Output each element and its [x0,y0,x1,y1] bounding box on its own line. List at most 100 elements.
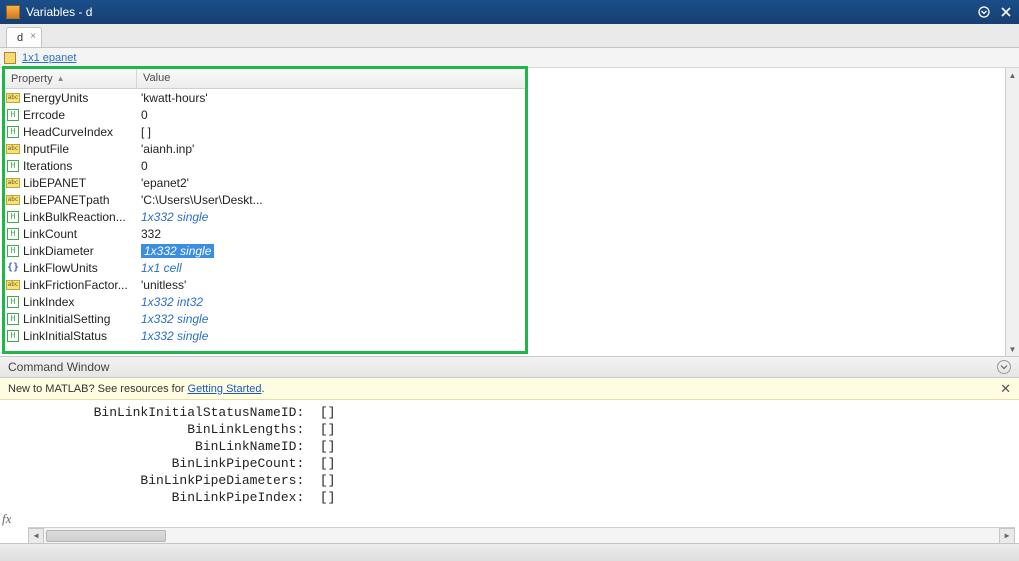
property-rows: abcEnergyUnits'kwatt-hours'HErrcode0HHea… [5,89,525,351]
table-row[interactable]: abcEnergyUnits'kwatt-hours' [5,89,525,106]
tab-strip: d × [0,24,1019,48]
scroll-right-icon[interactable]: ▶ [999,528,1015,544]
table-row[interactable]: HIterations0 [5,157,525,174]
table-row[interactable]: abcInputFile'aianh.inp' [5,140,525,157]
property-name: LinkFrictionFactor... [21,278,137,292]
property-name: LibEPANETpath [21,193,137,207]
table-row[interactable]: abcLibEPANETpath'C:\Users\User\Deskt... [5,191,525,208]
command-window-menu-icon[interactable] [997,360,1011,374]
horizontal-scrollbar[interactable]: ◀ ▶ [28,527,1015,543]
table-row[interactable]: HLinkInitialStatus1x332 single [5,327,525,344]
getting-started-link[interactable]: Getting Started [188,383,262,395]
property-name: LibEPANET [21,176,137,190]
struct-icon [4,52,16,64]
status-bar [0,543,1019,561]
type-icon: H [5,228,21,240]
window-title: Variables - d [26,5,92,19]
tab-label: d [17,32,23,44]
console-line: BinLinkLengths: [] [0,421,1019,438]
column-header-row: Property ▲ Value [5,69,525,89]
console-line: BinLinkInitialStatusNameID: [] [0,404,1019,421]
property-value[interactable]: 332 [137,227,525,241]
type-icon: H [5,313,21,325]
property-value[interactable]: 1x332 single [137,329,525,343]
type-icon: {} [5,262,21,274]
close-panel-icon[interactable] [999,5,1013,19]
property-value[interactable]: 1x1 cell [137,261,525,275]
property-name: Iterations [21,159,137,173]
getting-started-banner: New to MATLAB? See resources for Getting… [0,378,1019,400]
table-row[interactable]: abcLinkFrictionFactor...'unitless' [5,276,525,293]
property-value[interactable]: 'unitless' [137,278,525,292]
table-row[interactable]: {}LinkFlowUnits1x1 cell [5,259,525,276]
type-icon: H [5,160,21,172]
console-line: BinLinkNameID: [] [0,438,1019,455]
table-row[interactable]: HLinkIndex1x332 int32 [5,293,525,310]
type-icon: abc [5,144,21,154]
property-name: Errcode [21,108,137,122]
table-row[interactable]: HLinkBulkReaction...1x332 single [5,208,525,225]
breadcrumb: 1x1 epanet [0,48,1019,68]
property-name: LinkIndex [21,295,137,309]
scroll-down-icon[interactable]: ▼ [1006,342,1019,356]
scroll-left-icon[interactable]: ◀ [28,528,44,544]
property-value[interactable]: [ ] [137,125,525,139]
fx-prompt-icon[interactable]: fx [2,511,11,527]
titlebar: Variables - d [0,0,1019,24]
minimize-panel-icon[interactable] [977,5,991,19]
sort-asc-icon: ▲ [57,74,65,83]
property-name: LinkFlowUnits [21,261,137,275]
property-value[interactable]: 'epanet2' [137,176,525,190]
table-row[interactable]: HLinkDiameter1x332 single [5,242,525,259]
property-value[interactable]: 0 [137,108,525,122]
property-value[interactable]: 'aianh.inp' [137,142,525,156]
property-value[interactable]: 1x332 single [137,244,525,258]
property-name: EnergyUnits [21,91,137,105]
command-window-output[interactable]: BinLinkInitialStatusNameID: [] BinLinkLe… [0,400,1019,543]
col-value-header[interactable]: Value [137,69,525,88]
property-value[interactable]: 1x332 int32 [137,295,525,309]
property-value[interactable]: 1x332 single [137,210,525,224]
type-icon: H [5,245,21,257]
type-icon: abc [5,280,21,290]
table-row[interactable]: abcLibEPANET'epanet2' [5,174,525,191]
command-window-header: Command Window [0,356,1019,378]
variables-panel: Property ▲ Value abcEnergyUnits'kwatt-ho… [0,68,1019,356]
banner-text: New to MATLAB? See resources for Getting… [8,383,265,395]
scroll-track[interactable] [44,528,999,544]
scroll-up-icon[interactable]: ▲ [1006,68,1019,82]
table-row[interactable]: HHeadCurveIndex[ ] [5,123,525,140]
property-name: LinkCount [21,227,137,241]
property-value[interactable]: 1x332 single [137,312,525,326]
table-row[interactable]: HErrcode0 [5,106,525,123]
command-window-title: Command Window [8,360,109,374]
type-icon: H [5,126,21,138]
console-line: BinLinkPipeCount: [] [0,455,1019,472]
property-name: LinkInitialStatus [21,329,137,343]
type-icon: H [5,211,21,223]
table-row[interactable]: HLinkCount332 [5,225,525,242]
property-value[interactable]: 0 [137,159,525,173]
property-name: LinkBulkReaction... [21,210,137,224]
col-property-header[interactable]: Property ▲ [5,69,137,88]
scroll-thumb[interactable] [46,530,166,542]
type-icon: H [5,296,21,308]
tab-variable-d[interactable]: d × [6,27,42,47]
variables-highlight-frame: Property ▲ Value abcEnergyUnits'kwatt-ho… [2,66,528,354]
console-line: BinLinkPipeIndex: [] [0,489,1019,506]
type-icon: H [5,109,21,121]
variables-app-icon [6,5,20,19]
type-icon: abc [5,195,21,205]
type-icon: abc [5,178,21,188]
close-banner-icon[interactable]: ✕ [1000,381,1011,397]
property-value[interactable]: 'kwatt-hours' [137,91,525,105]
vertical-scrollbar[interactable]: ▲ ▼ [1005,68,1019,356]
close-tab-icon[interactable]: × [30,31,36,42]
property-name: LinkDiameter [21,244,137,258]
property-name: HeadCurveIndex [21,125,137,139]
breadcrumb-text[interactable]: 1x1 epanet [22,52,76,64]
table-row[interactable]: HLinkInitialSetting1x332 single [5,310,525,327]
property-name: LinkInitialSetting [21,312,137,326]
property-value[interactable]: 'C:\Users\User\Deskt... [137,193,525,207]
type-icon: abc [5,93,21,103]
